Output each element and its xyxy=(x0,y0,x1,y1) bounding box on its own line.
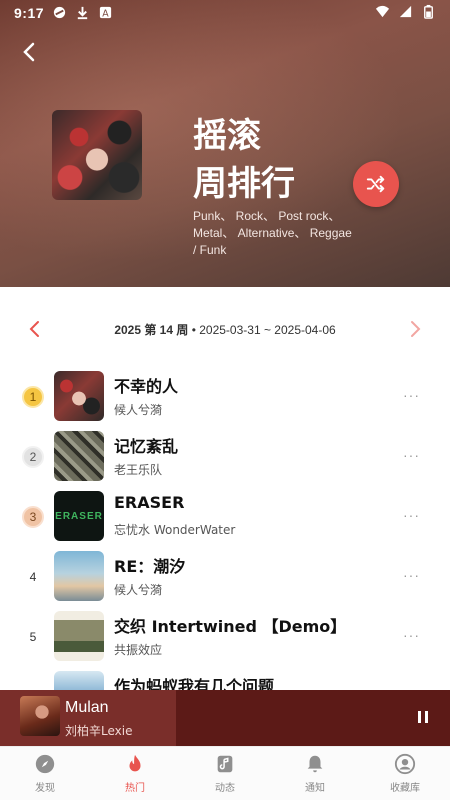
week-label: 2025 第 14 周 • 2025-03-31 ~ 2025-04-06 xyxy=(0,321,450,338)
next-week-button[interactable] xyxy=(404,318,426,340)
status-time: 9:17 xyxy=(14,5,45,21)
shuffle-icon xyxy=(366,175,385,193)
rank-badge-silver: 2 xyxy=(22,446,44,468)
song-row[interactable]: 2 记忆紊乱 老王乐队 ··· xyxy=(0,427,450,487)
song-list: 1 不幸的人 候人兮漪 ··· 2 记忆紊乱 老王乐队 ··· 3 ERASER… xyxy=(0,367,450,727)
cover-text: ERASER xyxy=(55,511,103,522)
tab-label: 收藏库 xyxy=(390,783,420,794)
song-title: 交织 Intertwined 【Demo】 xyxy=(114,617,347,636)
song-row[interactable]: 5 交织 Intertwined 【Demo】 共振效应 ··· xyxy=(0,607,450,667)
song-artist: 忘忧水 WonderWater xyxy=(114,523,236,537)
tab-label: 通知 xyxy=(305,783,325,794)
tab-label: 动态 xyxy=(215,783,235,794)
wifi-icon xyxy=(375,5,390,18)
week-date-range: 2025-03-31 ~ 2025-04-06 xyxy=(199,323,336,337)
vpn-icon xyxy=(53,6,66,19)
song-row[interactable]: 3 ERASER ERASER 忘忧水 WonderWater ··· xyxy=(0,487,450,547)
more-options-button[interactable]: ··· xyxy=(403,627,420,643)
pause-button[interactable] xyxy=(416,708,430,726)
tab-library[interactable]: 收藏库 xyxy=(360,747,450,800)
song-title: 记忆紊乱 xyxy=(114,437,179,456)
more-options-button[interactable]: ··· xyxy=(403,567,420,583)
more-options-button[interactable]: ··· xyxy=(403,387,420,403)
tab-notifications[interactable]: 通知 xyxy=(270,747,360,800)
song-cover xyxy=(54,551,104,601)
song-artist: 候人兮漪 xyxy=(114,583,163,597)
song-row[interactable]: 1 不幸的人 候人兮漪 ··· xyxy=(0,367,450,427)
song-cover xyxy=(54,431,104,481)
rank-badge-bronze: 3 xyxy=(22,506,44,528)
song-title: ERASER xyxy=(114,493,185,512)
compass-icon xyxy=(35,754,55,774)
tab-activity[interactable]: 动态 xyxy=(180,747,270,800)
signal-icon xyxy=(399,5,412,18)
song-cover xyxy=(54,371,104,421)
download-icon xyxy=(77,6,88,20)
week-number: 2025 第 14 周 xyxy=(114,323,189,337)
music-note-icon xyxy=(217,755,233,773)
mini-player[interactable]: Mulan 刘柏辛Lexie xyxy=(0,690,450,746)
week-navigator: 2025 第 14 周 • 2025-03-31 ~ 2025-04-06 xyxy=(0,312,450,346)
a-icon: A xyxy=(99,6,112,19)
tab-hot[interactable]: 热门 xyxy=(90,747,180,800)
genre-tags: Punk、 Rock、 Post rock、 Metal、 Alternativ… xyxy=(193,209,352,257)
song-row[interactable]: 4 RE：潮汐 候人兮漪 ··· xyxy=(0,547,450,607)
song-title: 不幸的人 xyxy=(114,377,179,396)
now-playing-artist: 刘柏辛Lexie xyxy=(65,724,133,738)
rank-number: 4 xyxy=(29,570,37,584)
page-title: 摇滚 周排行 xyxy=(193,112,295,208)
week-separator: • xyxy=(188,323,200,337)
tab-discover[interactable]: 发现 xyxy=(0,747,90,800)
song-artist: 共振效应 xyxy=(114,643,163,657)
page-title-line2: 周排行 xyxy=(193,164,295,204)
more-options-button[interactable]: ··· xyxy=(403,447,420,463)
rank-badge-gold: 1 xyxy=(22,386,44,408)
tab-label: 热门 xyxy=(125,783,145,794)
song-title: RE：潮汐 xyxy=(114,557,186,576)
now-playing-cover xyxy=(20,696,60,736)
battery-icon xyxy=(424,4,433,19)
song-cover: ERASER xyxy=(54,491,104,541)
song-cover xyxy=(54,611,104,661)
back-button[interactable] xyxy=(18,40,42,64)
song-artist: 老王乐队 xyxy=(114,463,163,477)
song-artist: 候人兮漪 xyxy=(114,403,163,417)
rank-number: 5 xyxy=(29,630,37,644)
chart-cover-image xyxy=(52,110,142,200)
fire-icon xyxy=(129,754,141,772)
user-icon xyxy=(394,753,416,775)
bell-icon xyxy=(307,755,323,773)
now-playing-title: Mulan xyxy=(65,699,109,716)
status-bar: 9:17 A xyxy=(0,0,450,26)
page-title-line1: 摇滚 xyxy=(193,116,261,156)
shuffle-play-button[interactable] xyxy=(353,161,399,207)
tab-label: 发现 xyxy=(35,783,55,794)
bottom-tab-bar: 发现 热门 动态 通知 收藏库 xyxy=(0,746,450,800)
more-options-button[interactable]: ··· xyxy=(403,507,420,523)
svg-text:A: A xyxy=(102,8,109,19)
